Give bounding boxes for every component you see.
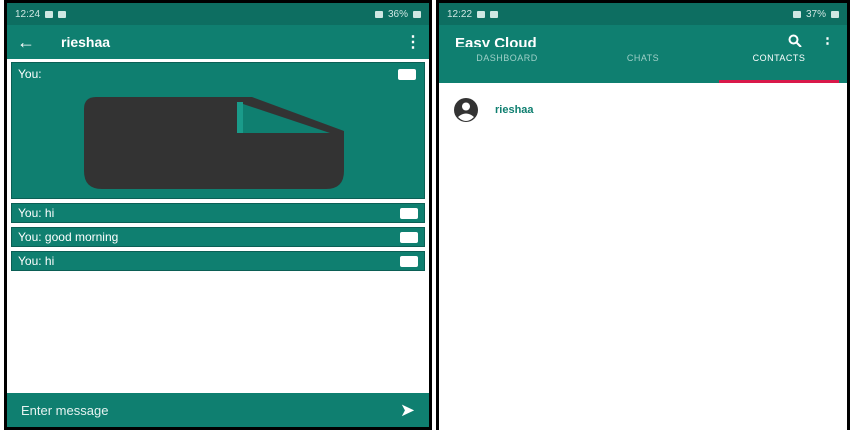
- status-time: 12:22: [447, 8, 473, 20]
- tab-contacts[interactable]: CONTACTS: [711, 47, 847, 83]
- contact-list: rieshaa: [439, 83, 847, 129]
- chat-title: rieshaa: [61, 34, 111, 50]
- battery-text: 36%: [387, 8, 408, 20]
- back-arrow-icon[interactable]: ←: [17, 32, 47, 53]
- contact-item[interactable]: rieshaa: [439, 91, 847, 129]
- status-bar: 12:22 37%: [439, 3, 847, 25]
- signal-icon: [792, 10, 801, 18]
- text-message[interactable]: You: hi: [11, 251, 425, 271]
- contacts-screen: 12:22 37% Easy Cloud ⋮ DASHBOARD CHATS C…: [439, 3, 847, 430]
- contact-name: rieshaa: [495, 104, 534, 116]
- message-action-icon[interactable]: [400, 207, 418, 219]
- document-icon: [84, 97, 344, 189]
- account-circle-icon: [454, 98, 478, 122]
- notification-icon: [490, 10, 499, 18]
- message-input[interactable]: [21, 402, 321, 418]
- message-action-icon[interactable]: [400, 255, 418, 267]
- notification-icon: [58, 10, 67, 18]
- message-input-bar: ➤: [7, 393, 429, 427]
- message-action-icon[interactable]: [398, 69, 416, 80]
- text-message[interactable]: You: hi: [11, 203, 425, 223]
- chat-app-bar: ← rieshaa ⋮: [7, 25, 429, 59]
- tab-dashboard[interactable]: DASHBOARD: [439, 47, 575, 81]
- status-bar: 12:24 36%: [7, 3, 429, 25]
- battery-icon: [831, 10, 839, 18]
- chat-phone-screenshot: 12:24 36% ← rieshaa ⋮ You: You: hi You: …: [4, 0, 432, 430]
- tab-chats[interactable]: CHATS: [575, 47, 711, 81]
- text-message[interactable]: You: good morning: [11, 227, 425, 247]
- message-text: You: hi: [18, 206, 55, 220]
- image-message[interactable]: You:: [11, 62, 425, 199]
- message-text: You: good morning: [18, 230, 119, 244]
- message-text: You: hi: [18, 254, 55, 268]
- send-icon[interactable]: ➤: [400, 400, 415, 421]
- message-action-icon[interactable]: [400, 231, 418, 243]
- overflow-menu-icon[interactable]: ⋮: [405, 32, 421, 52]
- status-time: 12:24: [15, 8, 41, 20]
- tab-bar: DASHBOARD CHATS CONTACTS: [439, 47, 847, 83]
- contacts-phone-screenshot: 12:22 37% Easy Cloud ⋮ DASHBOARD CHATS C…: [436, 0, 850, 430]
- signal-icon: [374, 10, 383, 18]
- message-list: You: You: hi You: good morning You: hi: [7, 59, 429, 393]
- notification-icon: [45, 10, 54, 18]
- battery-text: 37%: [805, 8, 826, 20]
- chat-screen: 12:24 36% ← rieshaa ⋮ You: You: hi You: …: [7, 3, 429, 427]
- message-sender: You:: [18, 67, 42, 81]
- battery-icon: [413, 10, 421, 18]
- notification-icon: [477, 10, 486, 18]
